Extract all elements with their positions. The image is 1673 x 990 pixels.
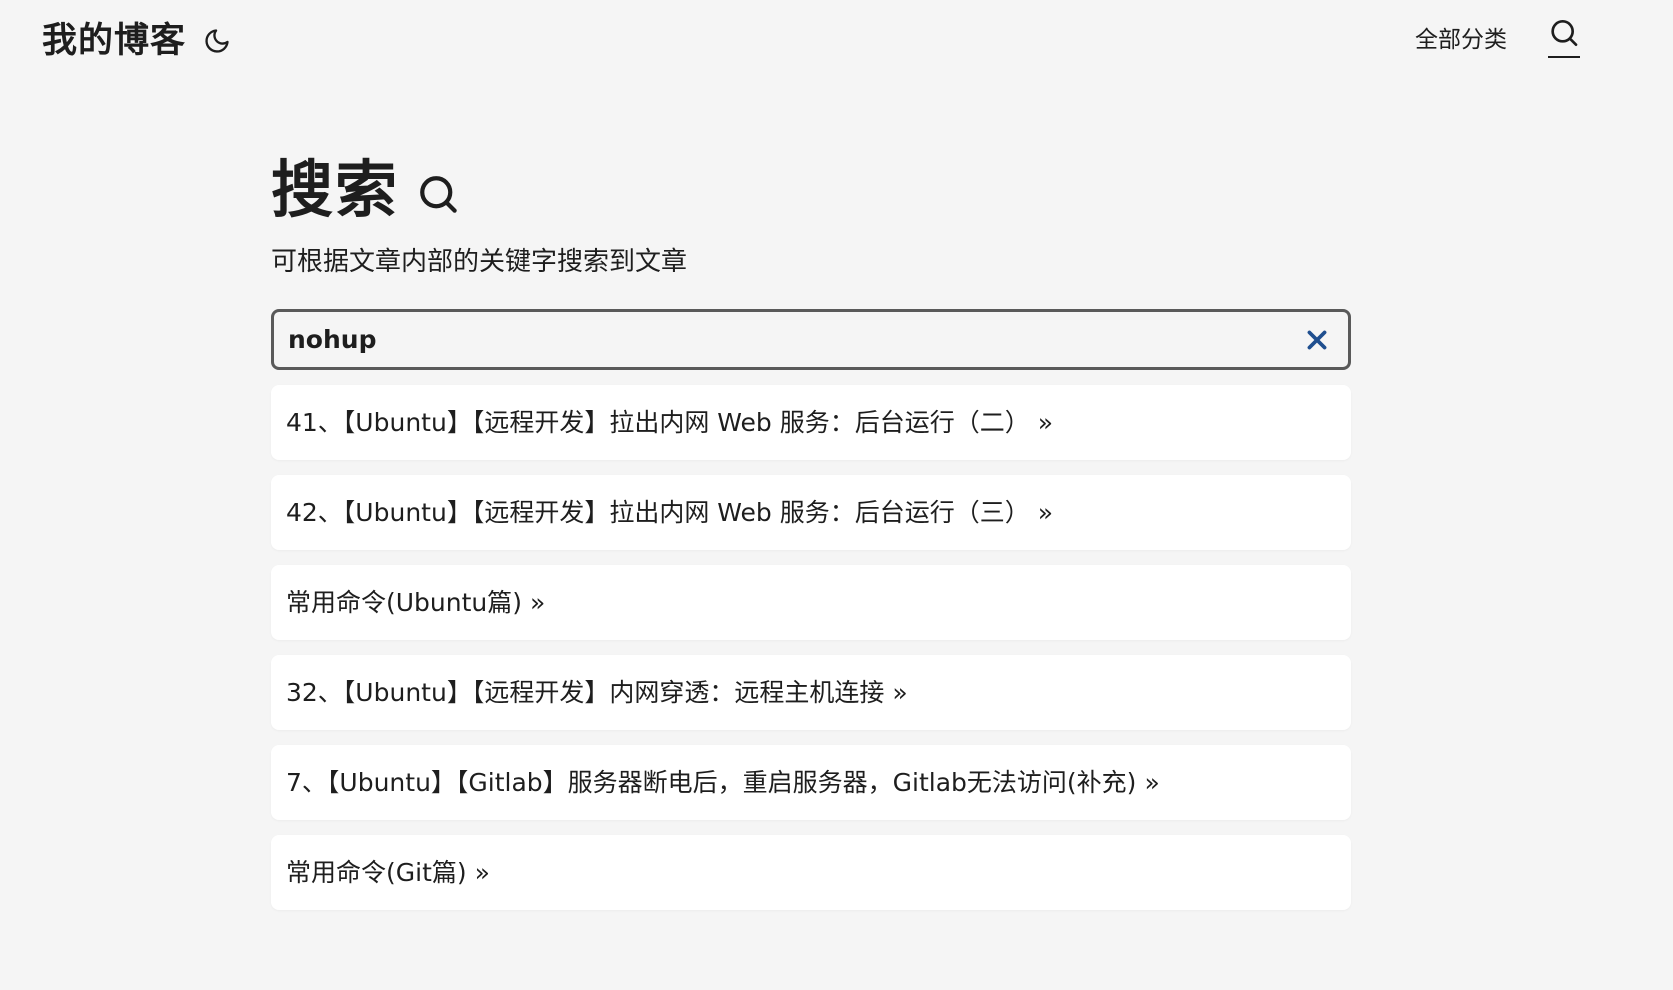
result-arrow: »	[530, 588, 546, 617]
search-result-item[interactable]: 常用命令(Git篇)»	[271, 835, 1351, 910]
search-result-item[interactable]: 41、【Ubuntu】【远程开发】拉出内网 Web 服务：后台运行（二）»	[271, 385, 1351, 460]
site-header: 我的博客 全部分类	[0, 0, 1673, 80]
site-logo[interactable]: 我的博客	[42, 18, 186, 64]
search-icon	[417, 173, 459, 215]
result-arrow: »	[1144, 768, 1160, 797]
search-input[interactable]	[288, 312, 1248, 367]
search-results: 41、【Ubuntu】【远程开发】拉出内网 Web 服务：后台运行（二）» 42…	[271, 385, 1351, 910]
search-box	[271, 309, 1351, 370]
page-title-row: 搜索	[271, 150, 1351, 230]
result-title: 7、【Ubuntu】【Gitlab】服务器断电后，重启服务器，Gitlab无法访…	[286, 768, 1137, 797]
active-underline	[1548, 56, 1580, 58]
result-arrow: »	[1037, 408, 1054, 437]
page-title: 搜索	[271, 153, 400, 226]
nav-all-categories[interactable]: 全部分类	[1415, 23, 1507, 57]
result-title: 32、【Ubuntu】【远程开发】内网穿透：远程主机连接	[286, 678, 885, 707]
result-title: 41、【Ubuntu】【远程开发】拉出内网 Web 服务：后台运行（二）	[286, 408, 1030, 437]
result-title: 常用命令(Git篇)	[286, 858, 467, 887]
search-result-item[interactable]: 32、【Ubuntu】【远程开发】内网穿透：远程主机连接»	[271, 655, 1351, 730]
result-arrow: »	[1037, 498, 1054, 527]
search-icon[interactable]	[1548, 18, 1580, 58]
search-result-item[interactable]: 常用命令(Ubuntu篇)»	[271, 565, 1351, 640]
result-arrow: »	[892, 678, 908, 707]
result-arrow: »	[474, 858, 490, 887]
search-result-item[interactable]: 42、【Ubuntu】【远程开发】拉出内网 Web 服务：后台运行（三）»	[271, 475, 1351, 550]
close-icon[interactable]	[1304, 327, 1330, 353]
moon-icon[interactable]	[203, 27, 231, 55]
page-description: 可根据文章内部的关键字搜索到文章	[271, 247, 688, 277]
search-result-item[interactable]: 7、【Ubuntu】【Gitlab】服务器断电后，重启服务器，Gitlab无法访…	[271, 745, 1351, 820]
result-title: 42、【Ubuntu】【远程开发】拉出内网 Web 服务：后台运行（三）	[286, 498, 1030, 527]
search-page: 搜索 可根据文章内部的关键字搜索到文章 41、【Ubuntu】【远程开发】拉出内…	[271, 150, 1351, 925]
result-title: 常用命令(Ubuntu篇)	[286, 588, 523, 617]
